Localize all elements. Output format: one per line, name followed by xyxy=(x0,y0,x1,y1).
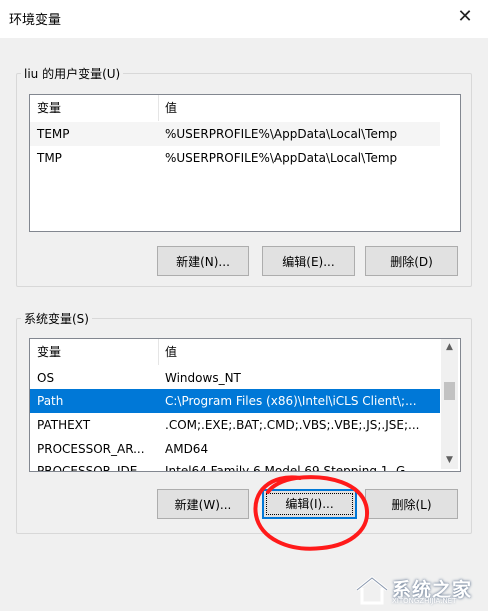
variable-name: Path xyxy=(37,394,64,408)
list-item[interactable]: PROCESSOR_AR... AMD64 xyxy=(30,437,440,461)
user-edit-button[interactable]: 编辑(E)... xyxy=(262,246,355,276)
list-item-selected[interactable]: Path C:\Program Files (x86)\Intel\iCLS C… xyxy=(30,389,440,413)
watermark-subtext: XITONGZHIJIA.NET xyxy=(392,597,457,605)
system-new-button[interactable]: 新建(W)... xyxy=(157,489,249,519)
list-item[interactable]: PROCESSOR_IDE... Intel64 Family 6 Model … xyxy=(30,459,440,472)
variable-value: %USERPROFILE%\AppData\Local\Temp xyxy=(165,151,398,165)
list-item[interactable]: TEMP %USERPROFILE%\AppData\Local\Temp xyxy=(30,122,440,146)
user-new-button[interactable]: 新建(N)... xyxy=(157,246,249,276)
variable-name: TEMP xyxy=(37,127,70,141)
variable-name: TMP xyxy=(37,151,62,165)
variable-name: PATHEXT xyxy=(37,418,91,432)
column-header-variable[interactable]: 变量 xyxy=(30,95,157,121)
site-watermark: 系统之家 XITONGZHIJIA.NET xyxy=(352,573,482,607)
list-item[interactable]: OS Windows_NT xyxy=(30,366,440,390)
scrollbar-thumb[interactable] xyxy=(444,382,455,400)
column-header-value[interactable]: 值 xyxy=(158,95,455,121)
close-icon[interactable]: ✕ xyxy=(450,4,480,30)
variable-value: Windows_NT xyxy=(165,371,241,385)
variable-value: .COM;.EXE;.BAT;.CMD;.VBS;.VBE;.JS;.JSE;.… xyxy=(165,418,420,432)
list-item[interactable]: TMP %USERPROFILE%\AppData\Local\Temp xyxy=(30,146,440,170)
variable-name: OS xyxy=(37,371,55,385)
variable-name: PROCESSOR_IDE... xyxy=(37,464,149,472)
system-variables-list[interactable]: 变量 值 OS Windows_NT Path C:\Program Files… xyxy=(29,338,461,472)
column-header-value[interactable]: 值 xyxy=(158,339,455,365)
house-logo-icon xyxy=(356,576,388,605)
focus-rectangle xyxy=(266,493,353,515)
user-delete-button[interactable]: 删除(D) xyxy=(365,246,458,276)
variable-value: C:\Program Files (x86)\Intel\iCLS Client… xyxy=(165,394,417,408)
system-edit-button[interactable]: 编辑(I)... xyxy=(262,489,357,519)
title-bar: 环境变量 ✕ xyxy=(0,0,488,38)
variable-value: Intel64 Family 6 Model 69 Stepping 1, G.… xyxy=(165,464,417,472)
variable-value: AMD64 xyxy=(165,442,209,456)
system-delete-button[interactable]: 删除(L) xyxy=(365,489,458,519)
user-variables-label: liu 的用户变量(U) xyxy=(21,65,124,82)
list-item[interactable]: PATHEXT .COM;.EXE;.BAT;.CMD;.VBS;.VBE;.J… xyxy=(30,413,440,437)
system-variables-label: 系统变量(S) xyxy=(21,310,92,327)
column-header-variable[interactable]: 变量 xyxy=(30,339,157,365)
scroll-up-icon[interactable]: ▲ xyxy=(441,339,458,356)
window-title: 环境变量 xyxy=(9,13,62,28)
vertical-scrollbar[interactable]: ▲ ▼ xyxy=(441,339,458,469)
variable-name: PROCESSOR_AR... xyxy=(37,442,145,456)
user-variables-list[interactable]: 变量 值 TEMP %USERPROFILE%\AppData\Local\Te… xyxy=(29,94,461,232)
scroll-down-icon[interactable]: ▼ xyxy=(441,452,458,469)
variable-value: %USERPROFILE%\AppData\Local\Temp xyxy=(165,127,398,141)
